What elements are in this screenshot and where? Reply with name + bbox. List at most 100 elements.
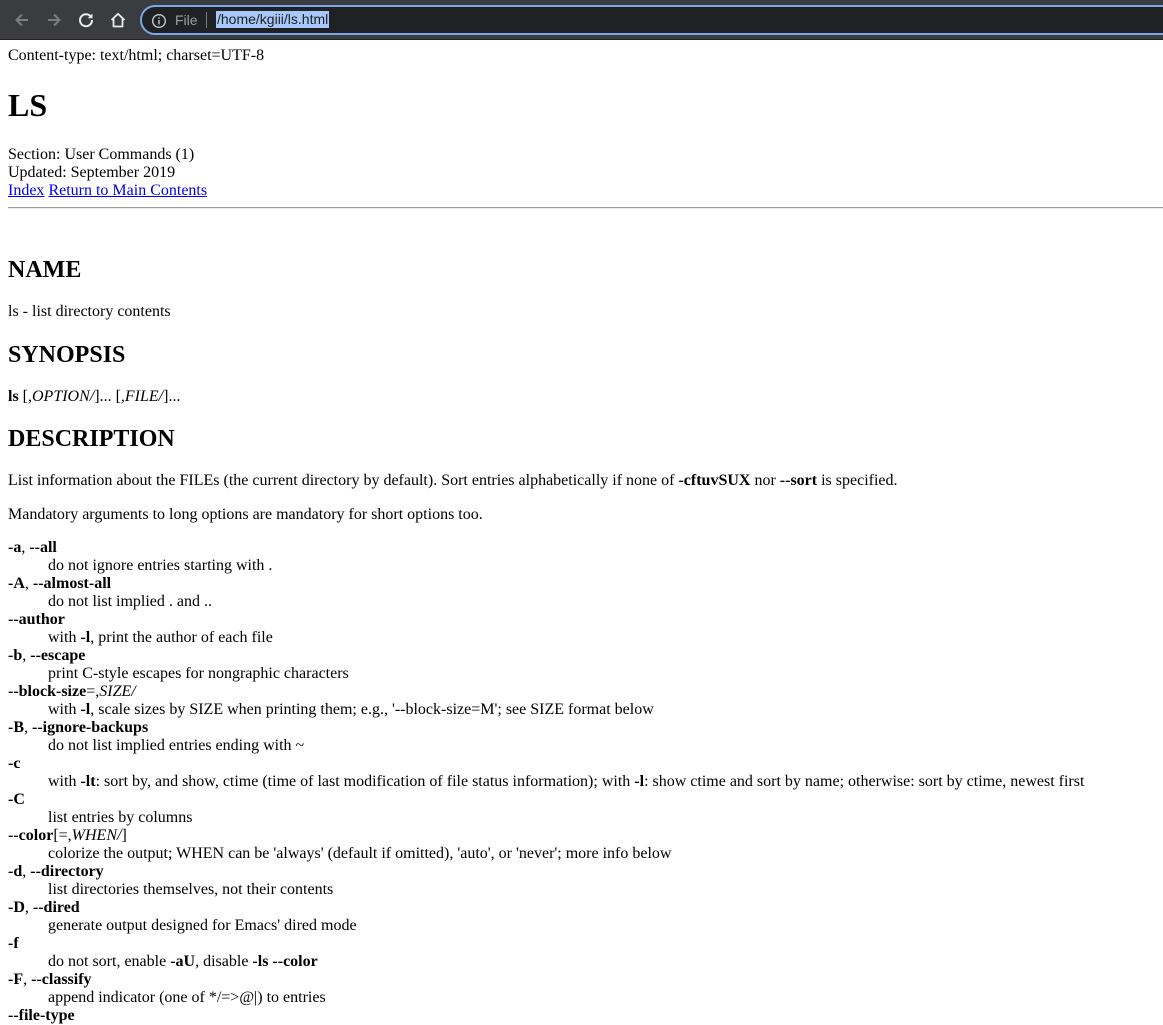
option-description: with -lt: sort by, and show, ctime (time…	[8, 773, 1084, 791]
option-term: -C	[8, 791, 1084, 809]
option-text: colorize the output; WHEN can be 'always…	[48, 845, 672, 862]
option-flag: --color	[8, 827, 54, 844]
forward-button[interactable]	[40, 6, 68, 34]
option-flag: --almost-all	[32, 575, 112, 592]
option-term: -c	[8, 755, 1084, 773]
address-bar[interactable]: File /home/kgiii/ls.html	[140, 5, 1163, 35]
horizontal-rule	[8, 207, 1163, 209]
option-text: generate output designed for Emacs' dire…	[48, 917, 357, 934]
synopsis-cmd: ls	[8, 388, 19, 405]
info-icon[interactable]	[151, 13, 167, 29]
option-text: with	[48, 629, 81, 646]
desc-text: is specified.	[817, 472, 898, 489]
option-text: do not list implied entries ending with …	[48, 737, 305, 754]
synopsis-text: ls [,OPTION/]... [,FILE/]...	[8, 388, 180, 406]
option-text: do not list implied . and ..	[48, 593, 212, 610]
page-title: LS	[8, 87, 48, 123]
nav-links: Index Return to Main Contents	[8, 182, 207, 200]
description-para-1: List information about the FILEs (the cu…	[8, 472, 898, 490]
section-info: Section: User Commands (1) Updated: Sept…	[8, 146, 207, 200]
option-flag: -l	[80, 701, 91, 718]
section-line: Section: User Commands (1)	[8, 146, 195, 163]
synopsis-part: ]...	[163, 388, 181, 405]
option-text: do not ignore entries starting with .	[48, 557, 273, 574]
option-flag: -c	[8, 755, 21, 772]
desc-text: nor	[750, 472, 780, 489]
option-text: print C-style escapes for nongraphic cha…	[48, 665, 349, 682]
back-button[interactable]	[8, 6, 36, 34]
option-flag: -D	[8, 899, 25, 916]
option-flag: --author	[8, 611, 65, 628]
option-flag: -b	[8, 647, 23, 664]
option-flag: -B	[8, 719, 24, 736]
url-text[interactable]: /home/kgiii/ls.html	[216, 11, 330, 28]
option-text: [=,	[53, 827, 72, 844]
option-text: =,	[86, 683, 100, 700]
name-heading: NAME	[8, 257, 82, 283]
desc-text: List information about the FILEs (the cu…	[8, 472, 679, 489]
option-term: -b, --escape	[8, 647, 1084, 665]
name-text: ls - list directory contents	[8, 303, 171, 320]
content-type-line: Content-type: text/html; charset=UTF-8	[8, 47, 265, 64]
option-flag: -aU	[170, 953, 196, 970]
updated-line: Updated: September 2019	[8, 164, 176, 181]
option-description: do not list implied . and ..	[8, 593, 1084, 611]
option-flag: -a	[8, 539, 22, 556]
option-flag: -C	[8, 791, 25, 808]
separator	[206, 12, 207, 28]
reload-icon	[79, 13, 94, 28]
option-term: --author	[8, 611, 1084, 629]
home-button[interactable]	[104, 6, 132, 34]
description-heading: DESCRIPTION	[8, 426, 175, 452]
option-text: do not sort, enable	[48, 953, 171, 970]
option-description: generate output designed for Emacs' dire…	[8, 917, 1084, 935]
browser-toolbar: File /home/kgiii/ls.html	[0, 0, 1163, 40]
option-term: -D, --dired	[8, 899, 1084, 917]
option-text: : sort by, and show, ctime (time of last…	[95, 773, 635, 790]
arrow-left-icon	[15, 13, 28, 27]
index-link[interactable]: Index	[8, 182, 44, 199]
option-flag: --directory	[30, 863, 104, 880]
option-term: -F, --classify	[8, 971, 1084, 989]
option-text: ,	[24, 719, 32, 736]
option-term: -a, --all	[8, 539, 1084, 557]
option-flag: --classify	[31, 971, 92, 988]
synopsis-part: ]... [,	[94, 388, 125, 405]
option-term: -d, --directory	[8, 863, 1084, 881]
option-description: do not ignore entries starting with .	[8, 557, 1084, 575]
option-text: , scale sizes by SIZE when printing them…	[90, 701, 654, 718]
option-flag: --escape	[30, 647, 86, 664]
option-flag: -d	[8, 863, 23, 880]
option-term: --block-size=,SIZE/	[8, 683, 1084, 701]
option-text: ,	[23, 971, 32, 988]
option-text: with	[48, 701, 81, 718]
option-term: -f	[8, 935, 1084, 953]
option-term: --color[=,WHEN/]	[8, 827, 1084, 845]
option-text: WHEN/	[71, 827, 122, 844]
synopsis-file: FILE/	[124, 388, 164, 405]
scheme-label: File	[175, 12, 198, 28]
desc-option: --sort	[779, 472, 818, 489]
option-description: append indicator (one of */=>@|) to entr…	[8, 989, 1084, 1007]
reload-button[interactable]	[72, 6, 100, 34]
option-text: ]	[121, 827, 127, 844]
option-description: colorize the output; WHEN can be 'always…	[8, 845, 1084, 863]
option-term: -B, --ignore-backups	[8, 719, 1084, 737]
description-para-2: Mandatory arguments to long options are …	[8, 506, 483, 523]
option-flag: --file-type	[8, 1007, 75, 1024]
option-text: SIZE/	[99, 683, 136, 700]
option-text: append indicator (one of */=>@|) to entr…	[48, 989, 326, 1006]
option-flag: --block-size	[8, 683, 87, 700]
option-description: do not list implied entries ending with …	[8, 737, 1084, 755]
main-contents-link[interactable]: Return to Main Contents	[48, 182, 207, 199]
option-text: : show ctime and sort by name; otherwise…	[644, 773, 1085, 790]
option-description: print C-style escapes for nongraphic cha…	[8, 665, 1084, 683]
option-description: list directories themselves, not their c…	[8, 881, 1084, 899]
options-list: -a, --all do not ignore entries starting …	[8, 539, 1084, 1025]
arrow-right-icon	[48, 13, 61, 27]
option-description: with -l, print the author of each file	[8, 629, 1084, 647]
option-flag: -l	[634, 773, 645, 790]
option-text: with	[48, 773, 81, 790]
option-flag: -l	[80, 629, 91, 646]
option-description: do not sort, enable -aU, disable -ls --c…	[8, 953, 1084, 971]
